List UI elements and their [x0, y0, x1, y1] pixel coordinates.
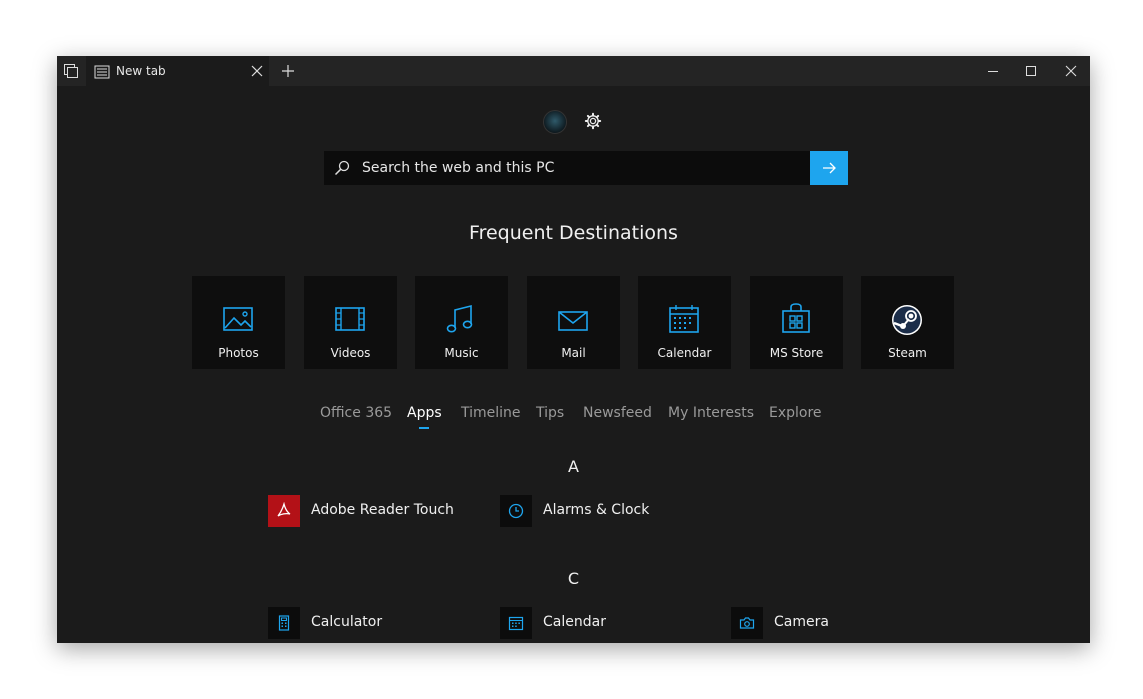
app-label: Adobe Reader Touch	[311, 502, 454, 518]
tab-office-365[interactable]: Office 365	[320, 405, 392, 421]
music-icon	[446, 304, 473, 333]
arrow-right-icon	[823, 162, 836, 174]
tab-close-icon[interactable]	[249, 63, 265, 79]
tab-title: New tab	[116, 64, 166, 78]
tile-label: MS Store	[769, 346, 824, 360]
close-window-button[interactable]	[1052, 56, 1090, 86]
search-submit-button[interactable]	[810, 151, 848, 185]
app-adobe-reader-touch[interactable]: Adobe Reader Touch	[268, 495, 468, 527]
frequent-destinations-title: Frequent Destinations	[469, 222, 678, 244]
tile-ms-store[interactable]: MS Store	[750, 276, 843, 369]
calendar-icon	[500, 607, 532, 639]
calendar-icon	[669, 305, 699, 333]
tile-steam[interactable]: Steam	[861, 276, 954, 369]
app-label: Calendar	[543, 614, 606, 630]
settings-gear-icon[interactable]	[584, 112, 602, 130]
store-icon	[782, 303, 810, 333]
calculator-icon	[268, 607, 300, 639]
app-camera[interactable]: Camera	[731, 607, 911, 639]
mail-icon	[558, 311, 588, 331]
tile-label: Mail	[561, 346, 586, 360]
tile-label: Calendar	[657, 346, 712, 360]
tab-tips[interactable]: Tips	[536, 405, 564, 421]
tile-label: Videos	[330, 346, 371, 360]
tab-overview-icon[interactable]	[63, 63, 79, 79]
adobe-reader-icon	[268, 495, 300, 527]
camera-icon	[731, 607, 763, 639]
search-icon	[334, 160, 350, 176]
tab-explore[interactable]: Explore	[769, 405, 822, 421]
title-bar: New tab	[57, 56, 1090, 86]
tile-photos[interactable]: Photos	[192, 276, 285, 369]
maximize-button[interactable]	[1012, 56, 1050, 86]
minimize-icon	[988, 71, 998, 72]
apps-group-letter[interactable]: C	[57, 569, 1090, 588]
minimize-button[interactable]	[974, 56, 1012, 86]
close-icon	[1065, 65, 1077, 77]
tile-mail[interactable]: Mail	[527, 276, 620, 369]
tile-label: Steam	[888, 346, 927, 360]
tile-videos[interactable]: Videos	[304, 276, 397, 369]
new-tab-plus-icon[interactable]	[280, 63, 296, 79]
videos-icon	[335, 307, 365, 331]
app-calculator[interactable]: Calculator	[268, 607, 448, 639]
tab-my-interests[interactable]: My Interests	[668, 405, 754, 421]
tile-calendar[interactable]: Calendar	[638, 276, 731, 369]
app-label: Alarms & Clock	[543, 502, 650, 518]
tab-newsfeed[interactable]: Newsfeed	[583, 405, 652, 421]
clock-icon	[500, 495, 532, 527]
app-label: Calculator	[311, 614, 383, 630]
app-calendar[interactable]: Calendar	[500, 607, 680, 639]
tab-apps[interactable]: Apps	[407, 405, 442, 421]
page-icon	[94, 64, 110, 79]
tile-label: Music	[444, 346, 479, 360]
photos-icon	[223, 307, 253, 331]
steam-icon	[892, 305, 922, 335]
maximize-icon	[1026, 66, 1036, 76]
active-tab-indicator	[419, 427, 429, 429]
search-box	[324, 151, 810, 185]
tile-label: Photos	[218, 346, 259, 360]
app-label: Camera	[774, 614, 829, 630]
apps-group-letter[interactable]: A	[57, 457, 1090, 476]
avatar[interactable]	[543, 110, 567, 134]
app-alarms-clock[interactable]: Alarms & Clock	[500, 495, 680, 527]
browser-window: New tab Search the web and this PC Frequ…	[57, 56, 1090, 643]
search-input[interactable]	[362, 151, 802, 185]
tab-new-tab[interactable]: New tab	[86, 56, 269, 86]
tile-music[interactable]: Music	[415, 276, 508, 369]
tab-timeline[interactable]: Timeline	[461, 405, 521, 421]
